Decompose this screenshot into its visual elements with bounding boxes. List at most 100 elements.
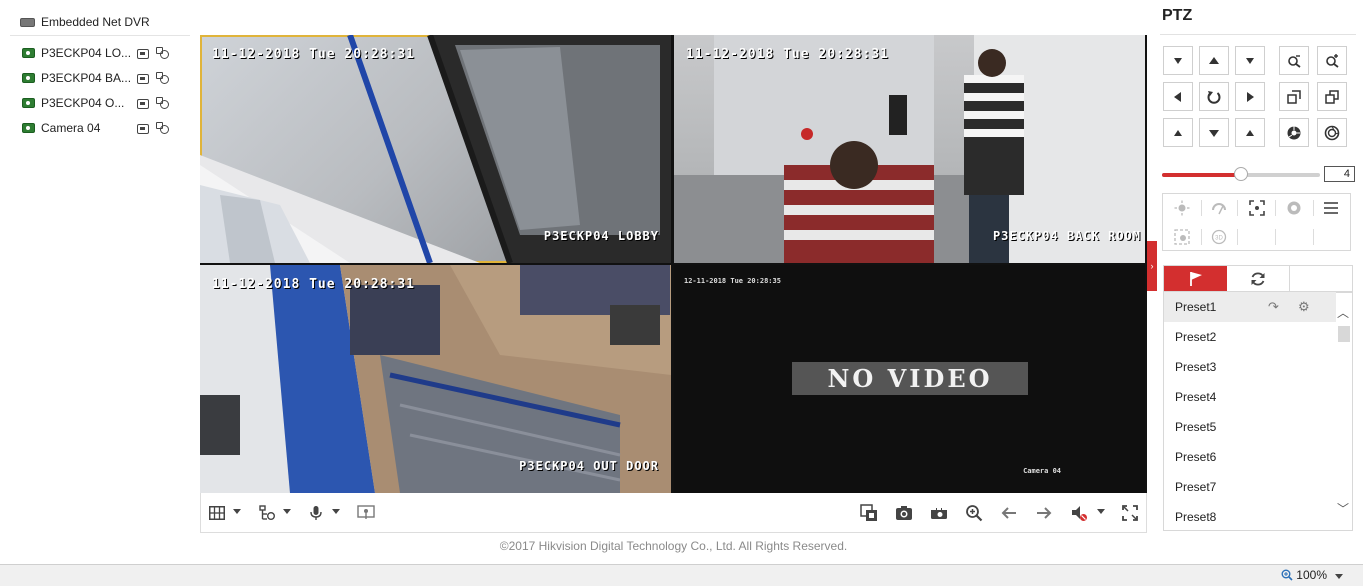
camera-label: P3ECKP04 LO... [41, 46, 131, 60]
iris-open-icon [1287, 126, 1301, 139]
ptz-down-left-button[interactable] [1163, 118, 1193, 147]
tab-patrol[interactable] [1227, 266, 1290, 292]
collapse-ptz-panel-button[interactable]: › [1147, 241, 1157, 291]
arrow-up-icon [1209, 56, 1219, 64]
arrow-down-left-icon [1174, 129, 1182, 136]
stream-type-dropdown-icon[interactable] [283, 509, 291, 514]
ptz-speed-handle[interactable] [1234, 167, 1248, 181]
microphone-icon[interactable] [306, 503, 326, 523]
manual-tracking-icon[interactable] [1170, 227, 1194, 247]
ptz-up-button[interactable] [1199, 46, 1229, 75]
arrow-right-icon [1247, 91, 1254, 102]
zoom-in-icon [1326, 53, 1339, 68]
playback-icon[interactable] [155, 47, 169, 59]
record-icon[interactable] [137, 123, 149, 134]
preset-item-2[interactable]: Preset2 [1164, 322, 1336, 352]
camera-label: P3ECKP04 O... [41, 96, 125, 110]
preset-scroll-thumb[interactable] [1338, 326, 1350, 342]
video-tile-2[interactable]: 11-12-2018 Tue 20:28:31 P3ECKP04 BACK RO… [674, 35, 1145, 263]
camera-label: Camera 04 [41, 121, 101, 135]
copyright-text: ©2017 Hikvision Digital Technology Co., … [499, 539, 848, 553]
capture-icon[interactable] [894, 503, 914, 523]
preset-list: Preset1 ↷ ⚙ Preset2 Preset3 Preset4 Pres… [1163, 291, 1353, 531]
ptz-right-button[interactable] [1235, 82, 1265, 111]
ptz-speed-fill [1162, 173, 1241, 177]
preset-scrollbar[interactable]: ︿ ﹀ [1335, 292, 1352, 530]
menu-icon[interactable] [1319, 198, 1343, 218]
playback-icon[interactable] [155, 122, 169, 134]
playback-icon[interactable] [155, 97, 169, 109]
zoom-dropdown-icon[interactable] [1335, 574, 1343, 579]
ptz-down-right-button[interactable] [1235, 118, 1265, 147]
record-icon[interactable] [137, 98, 149, 109]
digital-zoom-icon[interactable] [964, 503, 984, 523]
iris-close-button[interactable] [1317, 118, 1347, 147]
tree-item-camera-4[interactable]: Camera 04 [22, 119, 169, 137]
tile-timestamp: 11-12-2018 Tue 20:28:31 [686, 47, 890, 62]
ptz-auto-scan-button[interactable] [1199, 82, 1229, 111]
focus-near-button[interactable] [1279, 82, 1309, 111]
ptz-speed-value[interactable]: 4 [1324, 166, 1355, 182]
focus-near-icon [1287, 89, 1301, 104]
tab-pattern[interactable] [1291, 266, 1352, 292]
next-page-icon[interactable] [1034, 503, 1054, 523]
preset-item-1[interactable]: Preset1 ↷ ⚙ [1164, 292, 1336, 322]
ptz-up-right-button[interactable] [1235, 46, 1265, 75]
aux-divider [1237, 229, 1238, 245]
gear-icon[interactable]: ⚙ [1298, 299, 1310, 315]
preset-item-7[interactable]: Preset7 [1164, 472, 1336, 502]
focus-far-button[interactable] [1317, 82, 1347, 111]
auxiliary-focus-icon[interactable] [1245, 198, 1269, 218]
tab-preset[interactable] [1164, 266, 1227, 292]
scroll-down-icon[interactable]: ﹀ [1337, 500, 1349, 517]
3d-positioning-icon[interactable]: 3D [1207, 227, 1231, 247]
zoom-out-button[interactable] [1279, 46, 1309, 75]
previous-page-icon[interactable] [999, 503, 1019, 523]
tree-item-camera-2[interactable]: P3ECKP04 BA... [22, 69, 169, 87]
tile-camera-name: P3ECKP04 OUT DOOR [519, 459, 659, 473]
preset-item-6[interactable]: Preset6 [1164, 442, 1336, 472]
light-icon[interactable] [1170, 198, 1194, 218]
preset-item-5[interactable]: Preset5 [1164, 412, 1336, 442]
zoom-level-control[interactable]: 100% [1281, 568, 1327, 582]
camera-label: P3ECKP04 BA... [41, 71, 131, 85]
stream-type-icon[interactable] [257, 503, 277, 523]
preset-item-8[interactable]: Preset8 [1164, 502, 1336, 530]
scroll-up-icon[interactable]: ︿ [1337, 304, 1349, 321]
volume-mute-icon[interactable] [1069, 503, 1089, 523]
arrow-down-right-icon [1246, 129, 1254, 136]
record-icon[interactable] [137, 48, 149, 59]
volume-dropdown-icon[interactable] [1097, 509, 1105, 514]
record-video-icon[interactable] [929, 503, 949, 523]
dvr-icon [20, 17, 35, 27]
iris-open-button[interactable] [1279, 118, 1309, 147]
arrow-up-left-icon [1174, 57, 1182, 64]
device-root[interactable]: Embedded Net DVR [20, 14, 150, 30]
preset-item-3[interactable]: Preset3 [1164, 352, 1336, 382]
tile-timestamp: 11-12-2018 Tue 20:28:31 [212, 277, 416, 292]
ptz-left-button[interactable] [1163, 82, 1193, 111]
wiper-icon[interactable] [1207, 198, 1231, 218]
window-layout-dropdown-icon[interactable] [233, 509, 241, 514]
record-icon[interactable] [137, 73, 149, 84]
call-preset-icon[interactable]: ↷ [1268, 299, 1279, 315]
video-tile-1[interactable]: 11-12-2018 Tue 20:28:31 P3ECKP04 LOBBY [200, 35, 671, 263]
microphone-dropdown-icon[interactable] [332, 509, 340, 514]
video-tile-3[interactable]: 11-12-2018 Tue 20:28:31 P3ECKP04 OUT DOO… [200, 265, 671, 493]
ptz-down-button[interactable] [1199, 118, 1229, 147]
tree-item-camera-3[interactable]: P3ECKP04 O... [22, 94, 169, 112]
tree-item-camera-1[interactable]: P3ECKP04 LO... [22, 44, 169, 62]
device-tree: Embedded Net DVR P3ECKP04 LO... P3ECKP04… [10, 8, 190, 158]
zoom-in-button[interactable] [1317, 46, 1347, 75]
tile-timestamp: 12-11-2018 Tue 20:28:35 [684, 277, 781, 285]
ptz-aux-functions: 3D [1162, 193, 1351, 251]
video-wall-icon[interactable] [356, 503, 376, 523]
lens-init-icon[interactable] [1282, 198, 1306, 218]
ptz-up-left-button[interactable] [1163, 46, 1193, 75]
playback-icon[interactable] [155, 72, 169, 84]
stop-all-icon[interactable] [859, 503, 879, 523]
video-tile-4[interactable]: 12-11-2018 Tue 20:28:35 NO VIDEO Camera … [674, 265, 1145, 493]
preset-item-4[interactable]: Preset4 [1164, 382, 1336, 412]
fullscreen-icon[interactable] [1120, 503, 1140, 523]
window-layout-icon[interactable] [207, 503, 227, 523]
